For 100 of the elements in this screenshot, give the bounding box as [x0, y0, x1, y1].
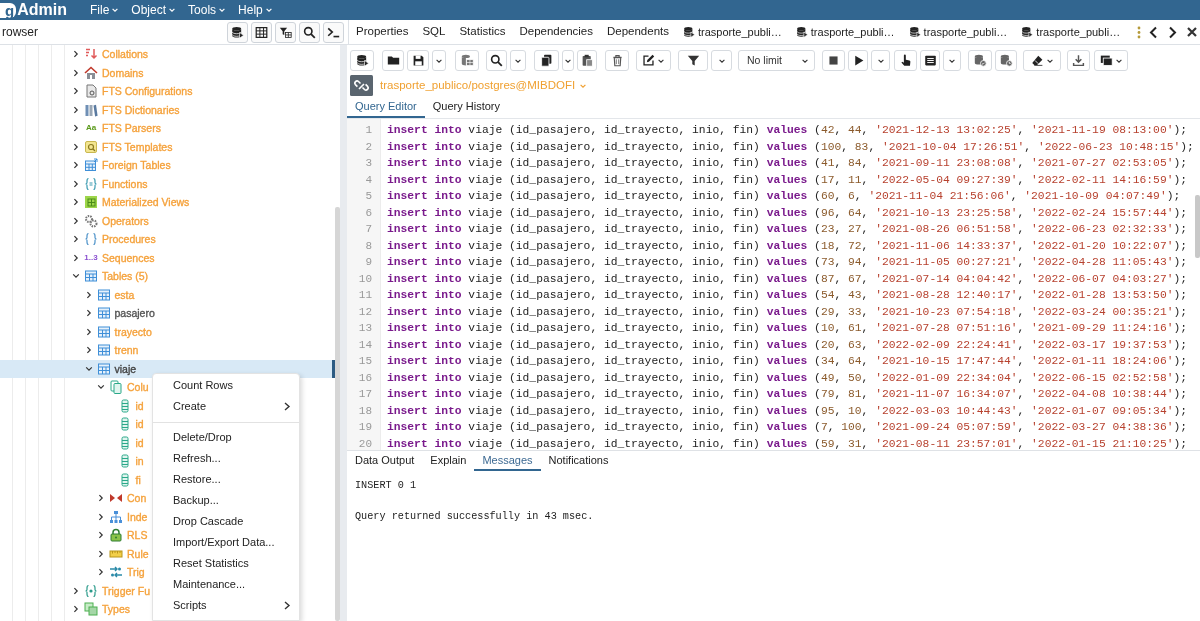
menu-item[interactable]: Create	[153, 396, 299, 417]
stop-button[interactable]	[822, 50, 845, 71]
menu-item[interactable]: Refresh...	[153, 448, 299, 469]
execute-button[interactable]	[848, 50, 868, 71]
tab[interactable]: trasporte_publi…	[901, 20, 1015, 44]
tab[interactable]: Data Output	[347, 451, 423, 471]
chevron-right-icon[interactable]	[72, 586, 80, 595]
menu-item[interactable]: Restore...	[153, 469, 299, 490]
menu-button[interactable]: Object	[125, 0, 183, 20]
search-button[interactable]	[299, 21, 320, 43]
chevron-right-icon[interactable]	[1168, 25, 1178, 39]
chevron-right-icon[interactable]	[72, 124, 80, 133]
chevron-right-icon[interactable]	[72, 50, 80, 59]
rollback-button[interactable]	[995, 50, 1017, 71]
tab[interactable]: SQL	[415, 20, 453, 44]
chevron-right-icon[interactable]	[84, 327, 93, 336]
tab[interactable]: Notifications	[540, 451, 617, 471]
database-icon	[908, 26, 921, 38]
menu-button[interactable]: File	[84, 0, 126, 20]
chevron-right-icon[interactable]	[84, 290, 93, 299]
menu-item[interactable]: Backup...	[153, 490, 299, 511]
delete-button[interactable]	[605, 50, 629, 71]
filtered-rows-button[interactable]	[275, 21, 296, 43]
scrollbar-thumb[interactable]	[335, 207, 340, 621]
tab[interactable]: trasporte_publi…	[676, 20, 789, 44]
chevron-right-icon[interactable]	[72, 105, 80, 114]
menu-item[interactable]: Maintenance...	[153, 574, 299, 595]
chevron-right-icon[interactable]	[72, 179, 80, 188]
chevron-right-icon[interactable]	[72, 216, 80, 225]
menu-item[interactable]: Delete/Drop	[153, 427, 299, 448]
query-tool-button[interactable]	[350, 50, 374, 71]
open-file-button[interactable]	[382, 50, 404, 71]
psql-tool-button[interactable]	[323, 21, 344, 43]
filter-options-button[interactable]	[711, 50, 732, 71]
menu-item[interactable]: Reset Statistics	[153, 553, 299, 574]
sort-icon	[84, 47, 98, 62]
chevron-right-icon[interactable]	[72, 253, 80, 262]
explain-analyze-button[interactable]	[920, 50, 940, 71]
chevron-right-icon[interactable]	[72, 605, 80, 614]
more-icon[interactable]	[1137, 25, 1142, 39]
database-icon	[795, 26, 808, 38]
copy-button[interactable]	[534, 50, 559, 71]
code-line: insert into viaje (id_pasajero, id_trayecto, inio, fin) values (87, 67, '2021-07-14 04:04:42', '2022-06-07 04:03:27');	[387, 271, 1189, 287]
database-icon	[1021, 26, 1034, 38]
chevron-down-icon[interactable]	[97, 383, 105, 392]
paste-icon	[580, 54, 594, 67]
chevron-right-icon[interactable]	[72, 142, 80, 151]
chevron-right-icon[interactable]	[72, 161, 80, 170]
chevron-right-icon[interactable]	[97, 568, 105, 577]
chevron-down-icon[interactable]	[84, 364, 93, 373]
tab[interactable]: Explain	[422, 451, 475, 471]
find-button[interactable]	[486, 50, 507, 71]
tree-item[interactable]: viaje	[114, 361, 137, 376]
chevron-right-icon[interactable]	[72, 235, 80, 244]
tab[interactable]: Dependencies	[512, 20, 600, 44]
edit-button[interactable]	[636, 50, 671, 71]
save-button[interactable]	[407, 50, 429, 71]
database-icon	[355, 54, 369, 67]
terminal-icon	[327, 25, 340, 39]
link-icon[interactable]	[350, 75, 373, 96]
explain-button[interactable]	[894, 50, 917, 71]
table-icon	[96, 287, 111, 302]
menu-item[interactable]: Import/Export Data...	[153, 532, 299, 553]
chevron-right-icon[interactable]	[72, 198, 80, 207]
tab[interactable]: Statistics	[452, 20, 513, 44]
clear-button[interactable]	[1023, 50, 1061, 71]
macros-button[interactable]	[1094, 50, 1128, 71]
row-limit-select[interactable]: No limit	[738, 50, 815, 71]
tab[interactable]: trasporte_publi…	[788, 20, 902, 44]
paste-button[interactable]	[577, 50, 597, 71]
view-data-button[interactable]	[251, 21, 272, 43]
menu-item[interactable]: Drop Cascade	[153, 511, 299, 532]
chevron-down-icon[interactable]	[72, 272, 80, 281]
commit-button[interactable]	[968, 50, 992, 71]
save-icon	[411, 54, 425, 67]
filter-button[interactable]	[678, 50, 708, 71]
tab[interactable]: trasporte_publi…	[1014, 20, 1128, 44]
tab[interactable]: Properties	[349, 20, 416, 44]
tree-item[interactable]: pasajero	[114, 306, 155, 321]
close-icon[interactable]	[1186, 26, 1199, 38]
chevron-right-icon[interactable]	[97, 531, 105, 540]
tab[interactable]: Dependents	[600, 20, 676, 44]
scrollbar-thumb[interactable]	[1195, 195, 1200, 258]
chevron-right-icon[interactable]	[97, 494, 105, 503]
tab[interactable]: Query History	[424, 97, 508, 118]
chevron-right-icon[interactable]	[84, 309, 93, 318]
menu-item[interactable]: Count Rows	[153, 375, 299, 396]
chevron-right-icon[interactable]	[97, 549, 105, 558]
menu-button[interactable]: Tools	[182, 0, 233, 20]
tab[interactable]: Messages	[474, 451, 541, 471]
chevron-right-icon[interactable]	[72, 68, 80, 77]
menu-button[interactable]: Help	[232, 0, 279, 20]
message-line: Query returned successfully in 43 msec.	[355, 510, 595, 523]
menu-item[interactable]: Scripts	[153, 595, 299, 616]
chevron-right-icon[interactable]	[72, 87, 80, 96]
chevron-right-icon[interactable]	[84, 346, 93, 355]
download-button[interactable]	[1067, 50, 1090, 71]
chevron-right-icon[interactable]	[97, 512, 105, 521]
chevron-left-icon[interactable]	[1149, 25, 1159, 39]
query-tool-button[interactable]	[227, 21, 248, 43]
